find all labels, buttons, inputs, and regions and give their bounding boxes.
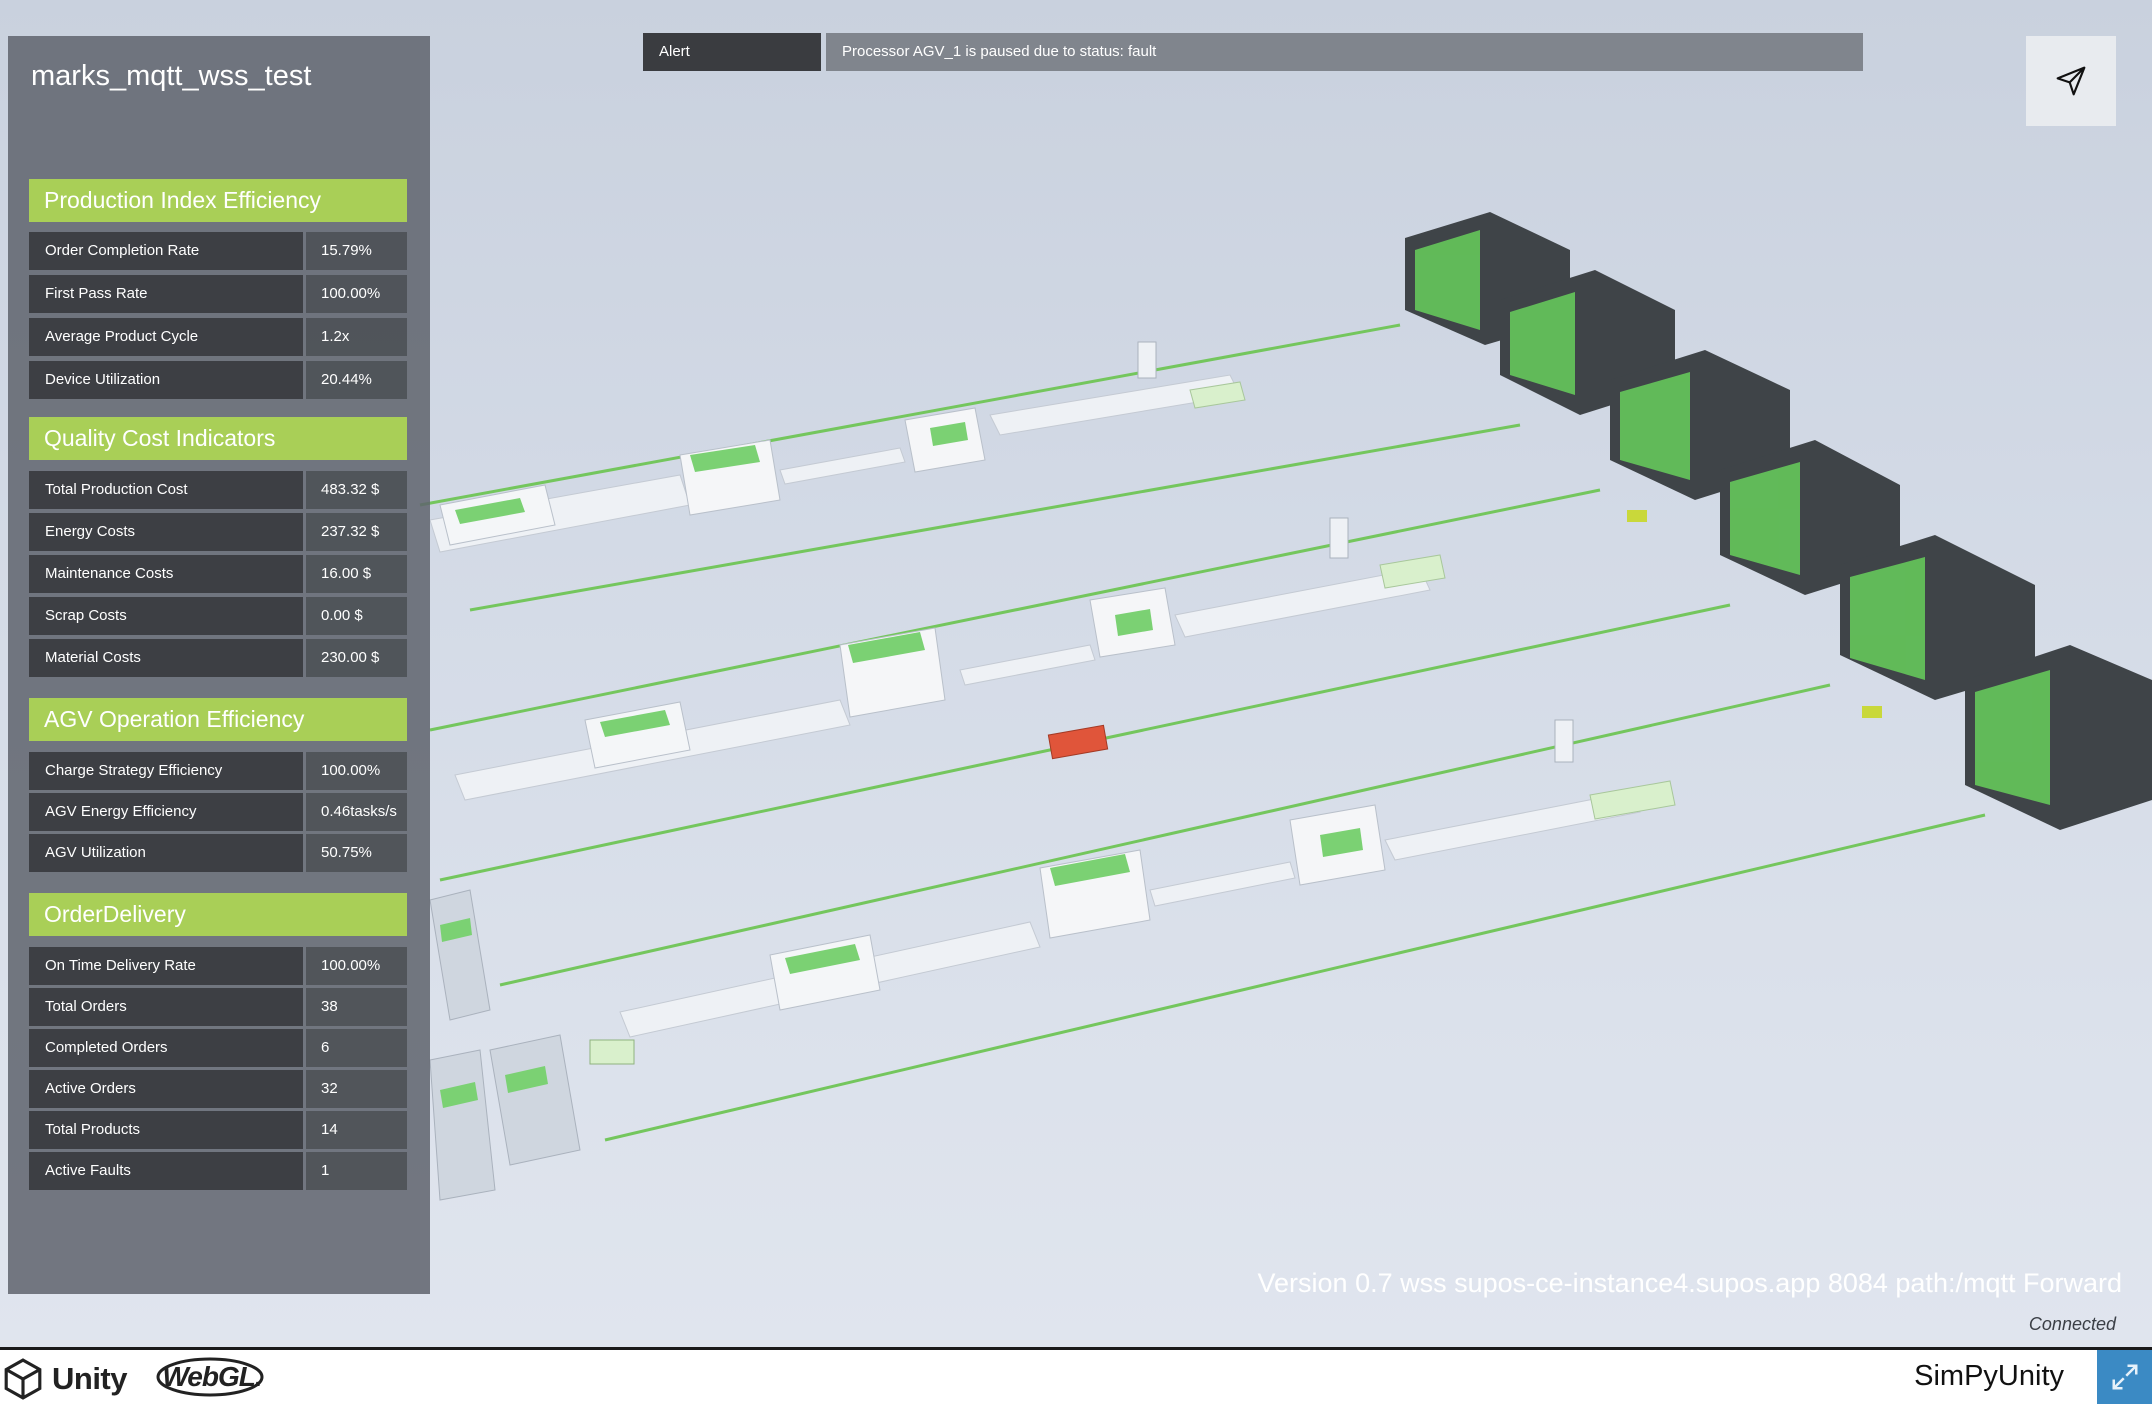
- metric-row: Active Faults 1: [29, 1152, 407, 1190]
- metric-value: 15.79%: [306, 232, 407, 270]
- metric-value: 100.00%: [306, 275, 407, 313]
- unity-logo-icon: [4, 1358, 42, 1400]
- unity-label: Unity: [52, 1361, 128, 1396]
- metric-value: 0.46tasks/s: [306, 793, 407, 831]
- metric-row: Order Completion Rate 15.79%: [29, 232, 407, 270]
- alert-label: Alert: [643, 33, 821, 71]
- fullscreen-icon: [2112, 1364, 2137, 1390]
- metric-label: Charge Strategy Efficiency: [29, 752, 303, 790]
- metric-label: Device Utilization: [29, 361, 303, 399]
- metric-row: Energy Costs 237.32 $: [29, 513, 407, 551]
- metric-value: 483.32 $: [306, 471, 407, 509]
- metric-row: AGV Utilization 50.75%: [29, 834, 407, 872]
- metric-label: Total Products: [29, 1111, 303, 1149]
- metric-label: Completed Orders: [29, 1029, 303, 1067]
- production-line-2: [454, 517, 1446, 801]
- project-title: marks_mqtt_wss_test: [31, 60, 312, 92]
- production-line-1: [429, 341, 1246, 553]
- metric-row: Scrap Costs 0.00 $: [29, 597, 407, 635]
- metric-value: 230.00 $: [306, 639, 407, 677]
- metric-value: 6: [306, 1029, 407, 1067]
- metric-value: 1.2x: [306, 318, 407, 356]
- fullscreen-button[interactable]: [2097, 1350, 2152, 1404]
- send-button[interactable]: [2026, 36, 2116, 126]
- metric-row: Completed Orders 6: [29, 1029, 407, 1067]
- metric-label: First Pass Rate: [29, 275, 303, 313]
- metric-row: Charge Strategy Efficiency 100.00%: [29, 752, 407, 790]
- metric-row: Material Costs 230.00 $: [29, 639, 407, 677]
- metric-value: 32: [306, 1070, 407, 1108]
- webgl-logo: WebGL.: [156, 1357, 266, 1397]
- metric-label: Total Orders: [29, 988, 303, 1026]
- metric-value: 14: [306, 1111, 407, 1149]
- metric-label: Total Production Cost: [29, 471, 303, 509]
- section-header-agv-operation: AGV Operation Efficiency: [29, 698, 407, 741]
- connection-status: Connected: [2028, 1314, 2116, 1334]
- metric-label: AGV Energy Efficiency: [29, 793, 303, 831]
- webgl-label: WebGL.: [162, 1361, 262, 1392]
- metric-label: Active Faults: [29, 1152, 303, 1190]
- section-header-production-index: Production Index Efficiency: [29, 179, 407, 222]
- section-header-order-delivery: OrderDelivery: [29, 893, 407, 936]
- metric-row: Total Orders 38: [29, 988, 407, 1026]
- metric-label: AGV Utilization: [29, 834, 303, 872]
- section-header-quality-cost: Quality Cost Indicators: [29, 417, 407, 460]
- metric-label: Active Orders: [29, 1070, 303, 1108]
- metric-label: Order Completion Rate: [29, 232, 303, 270]
- metric-row: Maintenance Costs 16.00 $: [29, 555, 407, 593]
- metric-value: 20.44%: [306, 361, 407, 399]
- metric-value: 100.00%: [306, 947, 407, 985]
- metric-row: AGV Energy Efficiency 0.46tasks/s: [29, 793, 407, 831]
- agv-fault-marker: [1047, 724, 1109, 760]
- metric-label: Energy Costs: [29, 513, 303, 551]
- alert-message: Processor AGV_1 is paused due to status:…: [826, 33, 1863, 71]
- metric-value: 1: [306, 1152, 407, 1190]
- metric-value: 0.00 $: [306, 597, 407, 635]
- metric-row: Total Products 14: [29, 1111, 407, 1149]
- kpi-dashboard-panel: marks_mqtt_wss_test Production Index Eff…: [8, 36, 430, 1294]
- metric-label: Material Costs: [29, 639, 303, 677]
- metric-row: Average Product Cycle 1.2x: [29, 318, 407, 356]
- send-icon: [2056, 66, 2086, 96]
- app-name: SimPyUnity: [1914, 1360, 2064, 1392]
- metric-row: Active Orders 32: [29, 1070, 407, 1108]
- production-line-3: [619, 719, 1676, 1038]
- metric-row: Device Utilization 20.44%: [29, 361, 407, 399]
- metric-value: 237.32 $: [306, 513, 407, 551]
- metric-value: 38: [306, 988, 407, 1026]
- metric-label: Average Product Cycle: [29, 318, 303, 356]
- metric-label: On Time Delivery Rate: [29, 947, 303, 985]
- version-info: Version 0.7 wss supos-ce-instance4.supos…: [1257, 1268, 2122, 1298]
- unity-webgl-footer: Unity WebGL. SimPyUnity: [0, 1350, 2152, 1404]
- unity-logo: Unity: [2, 1358, 128, 1400]
- metric-row: First Pass Rate 100.00%: [29, 275, 407, 313]
- metric-row: On Time Delivery Rate 100.00%: [29, 947, 407, 985]
- metric-value: 16.00 $: [306, 555, 407, 593]
- metric-value: 100.00%: [306, 752, 407, 790]
- metric-value: 50.75%: [306, 834, 407, 872]
- metric-label: Maintenance Costs: [29, 555, 303, 593]
- metric-row: Total Production Cost 483.32 $: [29, 471, 407, 509]
- metric-label: Scrap Costs: [29, 597, 303, 635]
